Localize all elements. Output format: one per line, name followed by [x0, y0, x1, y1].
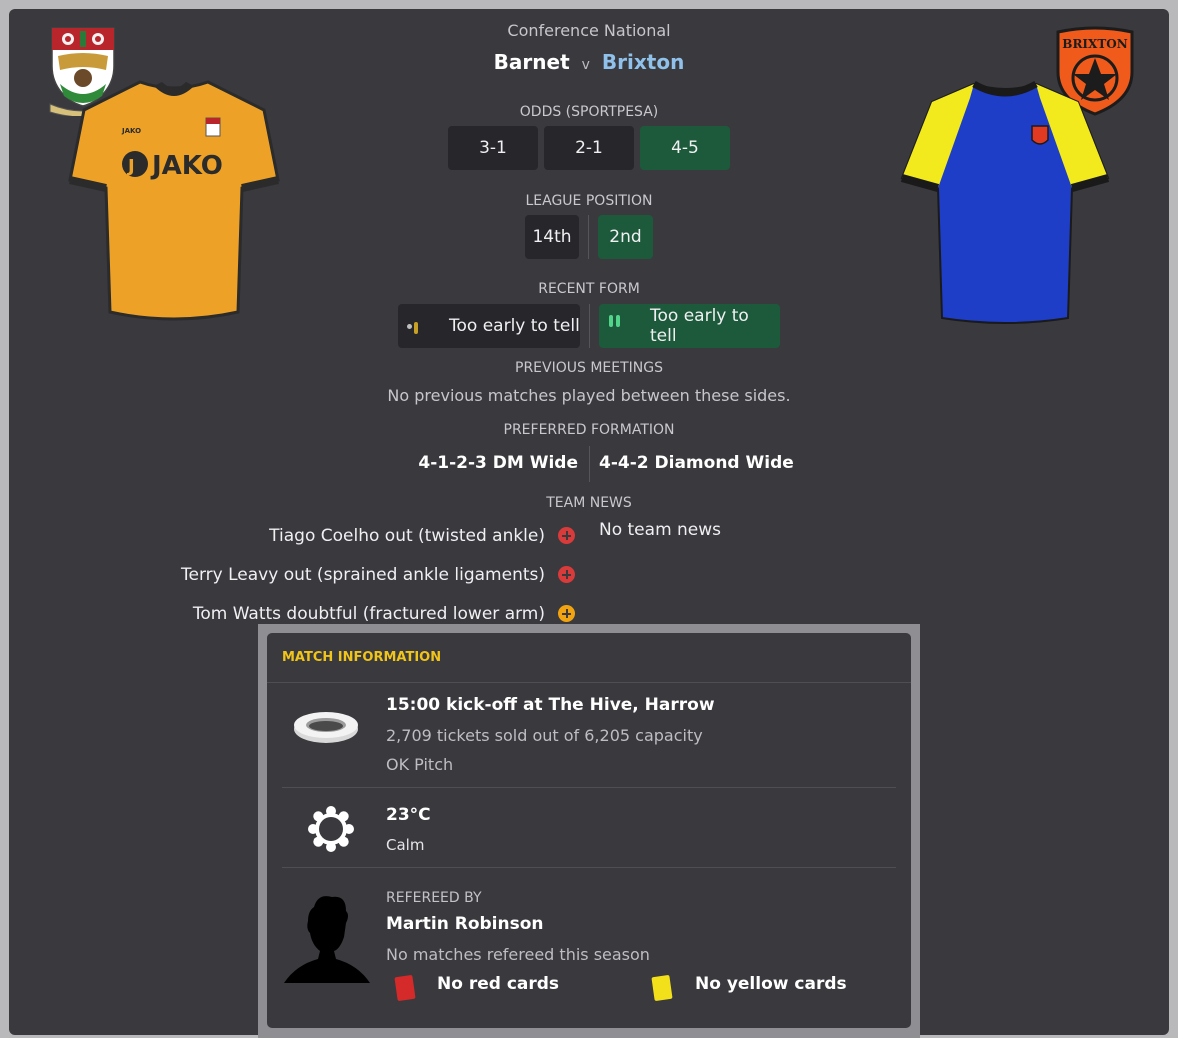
pitch-condition: OK Pitch — [386, 755, 454, 774]
team-news-item[interactable]: Tom Watts doubtful (fractured lower arm) — [193, 604, 545, 624]
home-recent-form[interactable]: Too early to tell — [398, 304, 580, 348]
form-bar-icon — [616, 315, 620, 327]
match-information-card: MATCH INFORMATION 15:00 kick-off at The … — [267, 633, 911, 1028]
temperature: 23°C — [386, 805, 431, 825]
svg-text:J: J — [126, 156, 135, 177]
injury-doubtful-icon — [558, 605, 575, 622]
position-divider — [588, 215, 589, 259]
team-news-title: TEAM NEWS — [546, 495, 632, 511]
home-formation[interactable]: 4-1-2-3 DM Wide — [418, 453, 578, 473]
team-news-item[interactable]: Tiago Coelho out (twisted ankle) — [269, 526, 545, 546]
home-kit-sponsor: JAKO — [150, 151, 223, 181]
home-league-position[interactable]: 14th — [525, 215, 579, 259]
previous-meetings-text: No previous matches played between these… — [387, 386, 791, 405]
red-cards-text: No red cards — [437, 974, 560, 994]
odds-section-title: ODDS (SPORTPESA) — [519, 104, 659, 120]
injury-out-icon — [558, 527, 575, 544]
odds-away[interactable]: 4-5 — [640, 126, 730, 170]
away-formation[interactable]: 4-4-2 Diamond Wide — [599, 453, 794, 473]
referee-silhouette-icon[interactable] — [284, 893, 370, 985]
home-kit-brand: JAKO — [121, 127, 141, 135]
injury-out-icon — [558, 566, 575, 583]
divider — [282, 787, 896, 788]
away-league-position[interactable]: 2nd — [598, 215, 653, 259]
sun-icon — [308, 806, 354, 852]
home-form-text: Too early to tell — [449, 316, 580, 336]
match-information-title: MATCH INFORMATION — [282, 650, 442, 665]
yellow-card-icon — [651, 975, 673, 1001]
stadium-icon — [294, 712, 358, 743]
odds-home[interactable]: 3-1 — [448, 126, 538, 170]
away-recent-form[interactable]: Too early to tell — [599, 304, 780, 348]
odds-draw[interactable]: 2-1 — [544, 126, 634, 170]
form-bar-icon — [414, 322, 418, 334]
formation-divider — [589, 446, 590, 482]
ticket-sales: 2,709 tickets sold out of 6,205 capacity — [386, 726, 703, 745]
divider — [282, 867, 896, 868]
league-position-title: LEAGUE POSITION — [525, 193, 653, 209]
referee-name[interactable]: Martin Robinson — [386, 914, 544, 934]
refereed-by-title: REFEREED BY — [386, 890, 482, 906]
competition-name[interactable]: Conference National — [0, 21, 1178, 40]
away-team-news: No team news — [599, 520, 722, 540]
yellow-cards-text: No yellow cards — [695, 974, 847, 994]
recent-form-title: RECENT FORM — [538, 281, 640, 297]
form-bar-icon — [609, 315, 613, 327]
away-team-name[interactable]: Brixton — [602, 50, 684, 74]
wind-condition: Calm — [386, 836, 425, 854]
red-card-icon — [394, 975, 416, 1001]
home-team-name[interactable]: Barnet — [494, 50, 570, 74]
venue-headline[interactable]: 15:00 kick-off at The Hive, Harrow — [386, 695, 715, 715]
fixture-title: Barnet v Brixton — [0, 50, 1178, 74]
form-divider — [589, 304, 590, 348]
preferred-formation-title: PREFERRED FORMATION — [503, 422, 675, 438]
referee-season-note: No matches refereed this season — [386, 945, 650, 964]
divider — [267, 682, 911, 683]
team-news-item[interactable]: Terry Leavy out (sprained ankle ligament… — [181, 565, 545, 585]
versus-label: v — [581, 57, 590, 73]
away-form-text: Too early to tell — [650, 306, 749, 346]
form-dot-icon — [407, 324, 412, 329]
previous-meetings-title: PREVIOUS MEETINGS — [515, 360, 663, 376]
